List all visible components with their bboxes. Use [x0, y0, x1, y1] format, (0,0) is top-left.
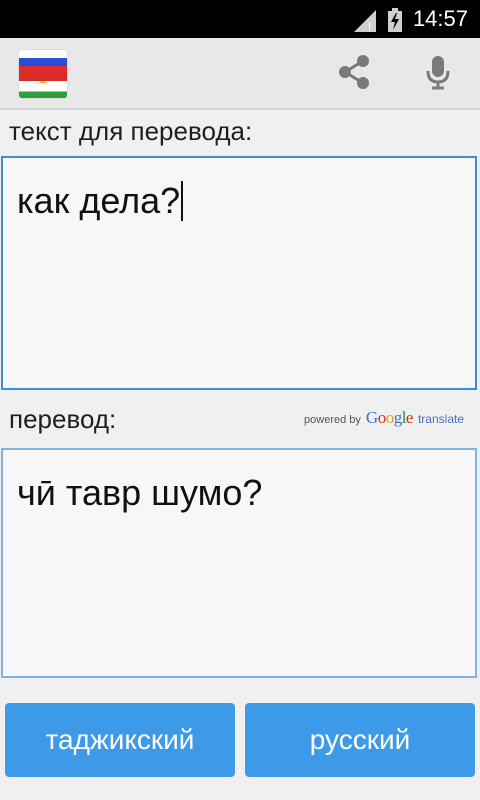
- google-logo: Google: [365, 408, 414, 427]
- source-language-button[interactable]: таджикский: [5, 703, 235, 777]
- text-cursor: [181, 181, 184, 221]
- source-text-input[interactable]: как дела?: [1, 156, 477, 390]
- share-icon[interactable]: [334, 52, 374, 92]
- status-bar: ! 14:57: [0, 0, 480, 38]
- russian-tajik-flag-icon[interactable]: [19, 50, 67, 98]
- translate-text: translate: [417, 412, 464, 426]
- microphone-icon[interactable]: [418, 52, 458, 92]
- source-text-label: текст для перевода:: [9, 116, 253, 146]
- clock: 14:57: [412, 6, 468, 31]
- powered-by-google-translate: powered by Google translate: [304, 408, 464, 428]
- battery-charging-icon: [388, 8, 402, 36]
- powered-by-text: powered by: [304, 414, 361, 426]
- translation-label: перевод:: [9, 404, 117, 434]
- translation-text: чӣ тавр шумо?: [17, 472, 263, 513]
- signal-icon: !: [354, 10, 376, 36]
- source-text-value[interactable]: как дела?: [17, 180, 180, 221]
- action-bar: [0, 38, 480, 110]
- target-language-button[interactable]: русский: [245, 703, 475, 777]
- translation-output[interactable]: чӣ тавр шумо?: [1, 448, 477, 678]
- svg-text:!: !: [368, 20, 371, 32]
